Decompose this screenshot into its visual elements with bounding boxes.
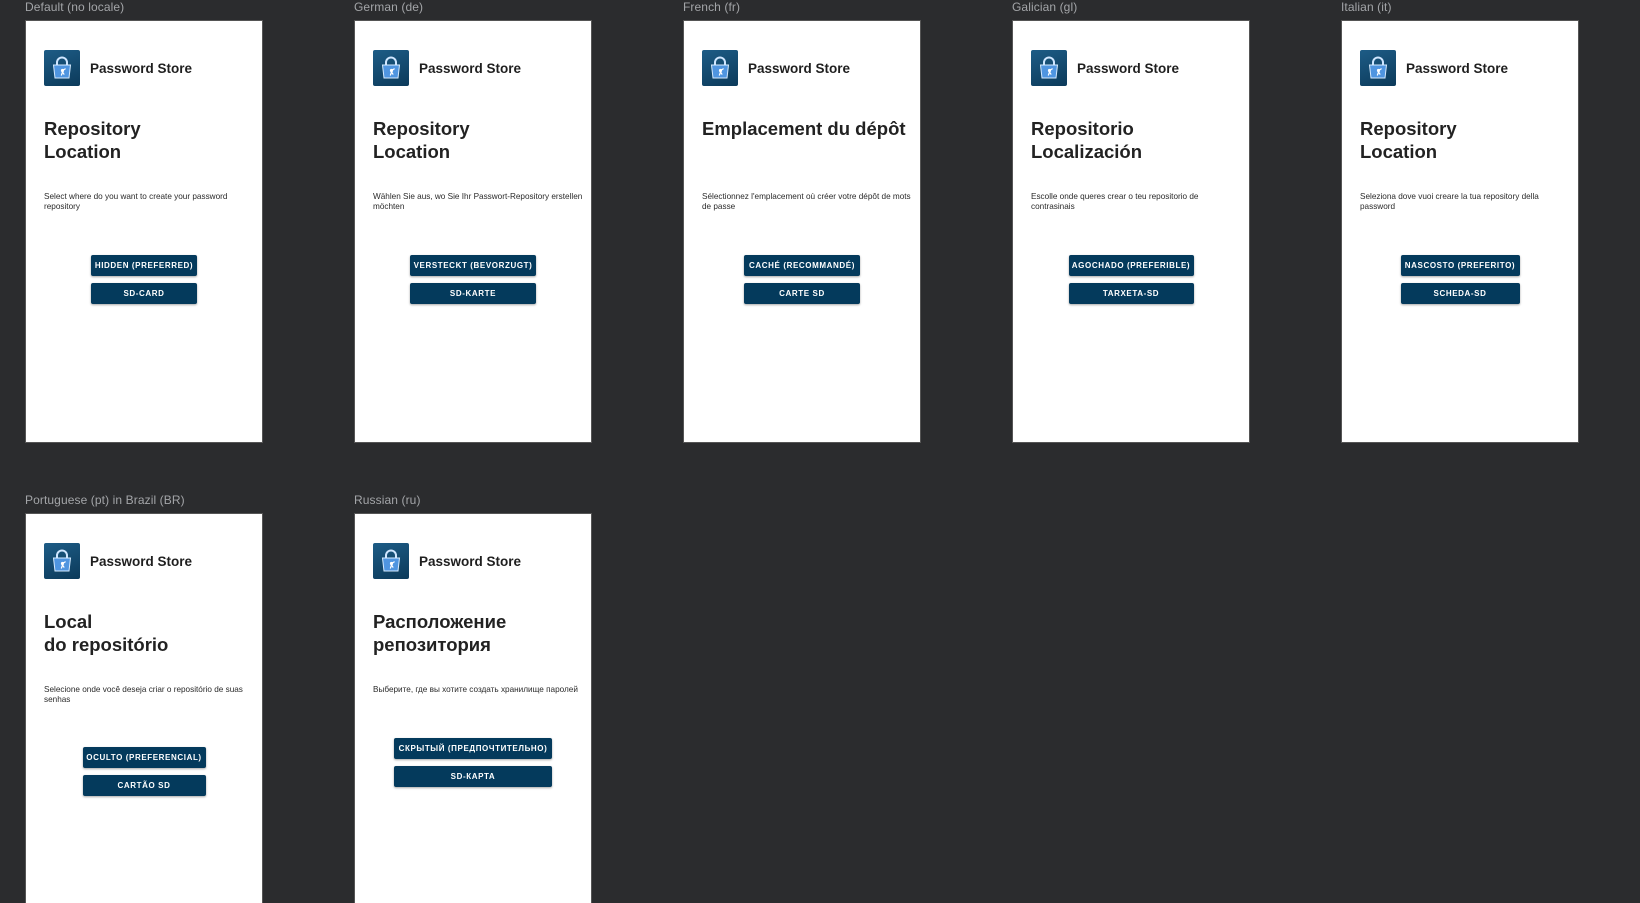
app-name: Password Store xyxy=(419,60,522,76)
locale-preview: German (de) Password Store Repository Lo… xyxy=(354,0,592,443)
locale-label: French (fr) xyxy=(683,0,741,14)
shopping-bag-lock-icon xyxy=(373,50,409,86)
sd-card-button[interactable]: SD-KARTE xyxy=(410,283,536,304)
locale-preview: Galician (gl) Password Store Repositorio… xyxy=(1012,0,1250,443)
phone-screen: Password Store Расположение репозитория … xyxy=(354,513,592,903)
app-header: Password Store xyxy=(44,50,192,86)
page-title: Расположение репозитория xyxy=(373,611,507,655)
page-description: Sélectionnez l'emplacement où créer votr… xyxy=(702,192,911,211)
hidden-storage-button[interactable]: OCULTO (PREFERENCIAL) xyxy=(82,747,206,768)
locale-preview: French (fr) Password Store Emplacement d… xyxy=(683,0,921,443)
button-group: OCULTO (PREFERENCIAL) CARTÃO SD xyxy=(26,747,262,803)
page-title: Repository Location xyxy=(44,118,141,162)
page-title: Repository Location xyxy=(373,118,470,162)
app-name: Password Store xyxy=(1406,60,1509,76)
shopping-bag-lock-icon xyxy=(44,543,80,579)
sd-card-button[interactable]: CARTÃO SD xyxy=(82,775,206,796)
shopping-bag-lock-icon xyxy=(702,50,738,86)
sd-card-button[interactable]: CARTE SD xyxy=(744,283,860,304)
app-header: Password Store xyxy=(1031,50,1179,86)
sd-card-button[interactable]: SD-КАРТА xyxy=(394,766,552,787)
app-header: Password Store xyxy=(44,543,192,579)
shopping-bag-lock-icon xyxy=(44,50,80,86)
phone-screen: Password Store Emplacement du dépôt Séle… xyxy=(683,20,921,443)
page-description: Seleziona dove vuoi creare la tua reposi… xyxy=(1360,192,1539,211)
button-group: NASCOSTO (PREFERITO) SCHEDA-SD xyxy=(1342,255,1578,311)
hidden-storage-button[interactable]: CACHÉ (RECOMMANDÉ) xyxy=(744,255,860,276)
locale-label: Default (no locale) xyxy=(25,0,125,14)
app-header: Password Store xyxy=(373,50,521,86)
page-title: Local do repositório xyxy=(44,611,169,655)
page-title: Repository Location xyxy=(1360,118,1457,162)
page-title: Emplacement du dépôt xyxy=(702,118,906,139)
hidden-storage-button[interactable]: СКРЫТЫЙ (ПРЕДПОЧТИТЕЛЬНО) xyxy=(394,738,552,759)
app-name: Password Store xyxy=(419,553,522,569)
sd-card-button[interactable]: SD-CARD xyxy=(91,283,197,304)
phone-screen: Password Store Repositorio Localización … xyxy=(1012,20,1250,443)
sd-card-button[interactable]: SCHEDA-SD xyxy=(1400,283,1520,304)
hidden-storage-button[interactable]: AGOCHADO (PREFERIBLE) xyxy=(1068,255,1194,276)
phone-screen: Password Store Repository Location Selec… xyxy=(25,20,263,443)
hidden-storage-button[interactable]: VERSTECKT (BEVORZUGT) xyxy=(410,255,536,276)
locale-label: Galician (gl) xyxy=(1012,0,1078,14)
locale-label: Italian (it) xyxy=(1341,0,1392,14)
app-name: Password Store xyxy=(90,553,193,569)
locale-preview: Italian (it) Password Store Repository L… xyxy=(1341,0,1579,443)
locale-preview: Russian (ru) Password Store Расположение… xyxy=(354,493,592,903)
locale-preview: Portuguese (pt) in Brazil (BR) Password … xyxy=(25,493,263,903)
button-group: VERSTECKT (BEVORZUGT) SD-KARTE xyxy=(355,255,591,311)
app-header: Password Store xyxy=(373,543,521,579)
locale-label: Portuguese (pt) in Brazil (BR) xyxy=(25,493,185,507)
shopping-bag-lock-icon xyxy=(1360,50,1396,86)
phone-screen: Password Store Local do repositório Sele… xyxy=(25,513,263,903)
phone-screen: Password Store Repository Location Selez… xyxy=(1341,20,1579,443)
page-description: Select where do you want to create your … xyxy=(44,192,228,211)
shopping-bag-lock-icon xyxy=(1031,50,1067,86)
app-name: Password Store xyxy=(748,60,851,76)
sd-card-button[interactable]: TARXETA-SD xyxy=(1068,283,1194,304)
app-name: Password Store xyxy=(90,60,193,76)
hidden-storage-button[interactable]: HIDDEN (PREFERRED) xyxy=(91,255,197,276)
page-description: Escolle onde queres crear o teu reposito… xyxy=(1031,192,1199,211)
locale-preview: Default (no locale) Password Store Repos… xyxy=(25,0,263,443)
page-title: Repositorio Localización xyxy=(1031,118,1143,162)
app-name: Password Store xyxy=(1077,60,1180,76)
page-description: Wählen Sie aus, wo Sie Ihr Passwort-Repo… xyxy=(373,192,583,211)
button-group: HIDDEN (PREFERRED) SD-CARD xyxy=(26,255,262,311)
button-group: СКРЫТЫЙ (ПРЕДПОЧТИТЕЛЬНО) SD-КАРТА xyxy=(355,738,591,794)
shopping-bag-lock-icon xyxy=(373,543,409,579)
locale-label: German (de) xyxy=(354,0,424,14)
phone-screen: Password Store Repository Location Wähle… xyxy=(354,20,592,443)
button-group: CACHÉ (RECOMMANDÉ) CARTE SD xyxy=(684,255,920,311)
app-header: Password Store xyxy=(1360,50,1508,86)
page-description: Выберите, где вы хотите создать хранилищ… xyxy=(373,685,578,694)
page-description: Selecione onde você deseja criar o repos… xyxy=(44,685,243,704)
hidden-storage-button[interactable]: NASCOSTO (PREFERITO) xyxy=(1400,255,1520,276)
button-group: AGOCHADO (PREFERIBLE) TARXETA-SD xyxy=(1013,255,1249,311)
locale-label: Russian (ru) xyxy=(354,493,421,507)
preview-board: Default (no locale) Password Store Repos… xyxy=(0,0,1640,903)
app-header: Password Store xyxy=(702,50,850,86)
